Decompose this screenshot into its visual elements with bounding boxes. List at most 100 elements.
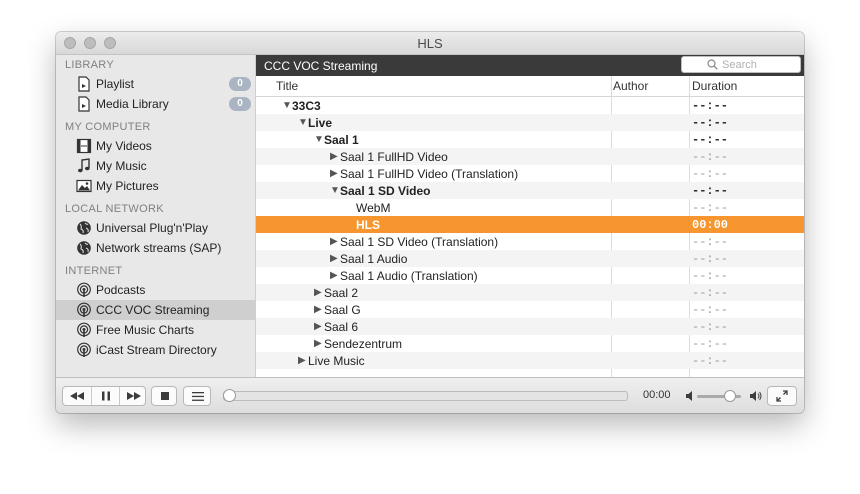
seek-handle[interactable] [223,389,236,402]
podcast-icon [76,342,92,358]
sidebar-item-universal-plug-n-play[interactable]: Universal Plug'n'Play [56,218,255,238]
column-title[interactable]: Title [276,79,298,93]
sidebar-item-ccc-voc-streaming[interactable]: CCC VOC Streaming [56,300,255,320]
row-title: Saal 1 Audio [340,252,408,266]
fullscreen-button[interactable] [767,386,797,406]
column-header: Title Author Duration [256,76,804,97]
row-duration: --:-- [692,116,729,130]
rewind-button[interactable] [63,387,91,405]
row-duration: --:-- [692,167,729,181]
tree-row[interactable]: WebM --:-- [256,199,804,216]
sidebar-item-label: Playlist [96,77,135,91]
sidebar-item-label: Free Music Charts [96,323,195,337]
row-title: Saal 1 Audio (Translation) [340,269,478,283]
panel-title: CCC VOC Streaming [264,59,378,73]
disclosure-expanded-icon[interactable]: ▼ [282,100,292,111]
podcast-icon [76,322,92,338]
panel-header: CCC VOC Streaming [256,55,804,76]
sidebar-item-network-streams-sap[interactable]: Network streams (SAP) [56,238,255,258]
globe-icon [76,240,92,256]
fast-forward-button[interactable] [120,387,147,405]
tree-row[interactable]: ▶ Saal 1 SD Video (Translation) --:-- [256,233,804,250]
sidebar-item-free-music-charts[interactable]: Free Music Charts [56,320,255,340]
search-input[interactable] [722,58,798,71]
disclosure-collapsed-icon[interactable]: ▶ [330,168,338,179]
sidebar-item-podcasts[interactable]: Podcasts [56,280,255,300]
tree-row[interactable]: ▶ Saal G --:-- [256,301,804,318]
disclosure-collapsed-icon[interactable]: ▶ [314,321,322,332]
disclosure-collapsed-icon[interactable]: ▶ [314,338,322,349]
search-icon [707,59,718,70]
disclosure-collapsed-icon[interactable]: ▶ [330,270,338,281]
sidebar-section-header: MY COMPUTER [65,121,151,133]
list-icon [192,392,204,401]
disclosure-collapsed-icon[interactable]: ▶ [330,253,338,264]
tree-row[interactable]: ▶ Saal 1 FullHD Video --:-- [256,148,804,165]
row-duration: --:-- [692,201,729,215]
row-duration: --:-- [692,354,729,368]
disclosure-collapsed-icon[interactable]: ▶ [330,236,338,247]
sidebar-item-label: iCast Stream Directory [96,343,217,357]
disclosure-expanded-icon[interactable]: ▼ [314,134,324,145]
row-title: Saal 1 [324,133,359,147]
volume-mute-icon[interactable] [686,391,694,401]
sidebar-item-media-library[interactable]: Media Library 0 [56,94,255,114]
tree-row[interactable]: ▼ Saal 1 --:-- [256,131,804,148]
disclosure-collapsed-icon[interactable]: ▶ [298,355,306,366]
podcast-icon [76,302,92,318]
seek-bar[interactable] [223,391,628,401]
player-toolbar: 00:00 [56,377,804,413]
sidebar-item-label: My Videos [96,139,152,153]
disclosure-collapsed-icon[interactable]: ▶ [330,151,338,162]
column-author[interactable]: Author [613,79,648,93]
disclosure-expanded-icon[interactable]: ▼ [330,185,340,196]
volume-max-icon[interactable] [750,390,762,402]
row-duration: --:-- [692,99,729,113]
tree-row[interactable]: ▶ Saal 1 FullHD Video (Translation) --:-- [256,165,804,182]
tree-row[interactable]: ▼ Saal 1 SD Video --:-- [256,182,804,199]
disclosure-expanded-icon[interactable]: ▼ [298,117,308,128]
row-title: 33C3 [292,99,321,113]
sidebar-item-label: Media Library [96,97,169,111]
sidebar-item-label: CCC VOC Streaming [96,303,210,317]
row-duration: --:-- [692,286,729,300]
document-icon [76,76,92,92]
sidebar-item-my-music[interactable]: My Music [56,156,255,176]
elapsed-time: 00:00 [643,389,671,401]
search-field[interactable] [681,56,801,73]
row-duration: --:-- [692,337,729,351]
tree-row[interactable]: ▶ Saal 2 --:-- [256,284,804,301]
sidebar-item-icast-stream-directory[interactable]: iCast Stream Directory [56,340,255,360]
main-panel: CCC VOC Streaming Title Author Duration … [256,55,804,377]
tree-row[interactable]: ▶ Saal 1 Audio (Translation) --:-- [256,267,804,284]
sidebar-section-header: LIBRARY [65,59,114,71]
document-icon [76,96,92,112]
row-title: Saal 1 FullHD Video [340,150,448,164]
fast-forward-icon [126,392,141,400]
tree-row[interactable]: ▼ Live --:-- [256,114,804,131]
row-title: Saal 6 [324,320,359,334]
stop-button[interactable] [151,386,177,406]
sidebar-item-playlist[interactable]: Playlist 0 [56,74,255,94]
sidebar-item-my-pictures[interactable]: My Pictures [56,176,255,196]
sidebar-item-my-videos[interactable]: My Videos [56,136,255,156]
row-title: Saal 1 SD Video [340,184,431,198]
app-window: HLS LIBRARY Playlist 0 Media Library 0 MY COM… [56,32,804,413]
tree-row[interactable]: ▶ Saal 6 --:-- [256,318,804,335]
tree-row[interactable]: HLS 00:00 [256,216,804,233]
tree-row[interactable]: ▶ Sendezentrum --:-- [256,335,804,352]
disclosure-collapsed-icon[interactable]: ▶ [314,304,322,315]
tree-row[interactable]: ▶ Saal 1 Audio --:-- [256,250,804,267]
row-title: Saal 2 [324,286,359,300]
stop-icon [161,392,169,400]
pause-button[interactable] [92,387,119,405]
tree-row[interactable]: ▼ 33C3 --:-- [256,97,804,114]
sidebar-section-header: LOCAL NETWORK [65,203,164,215]
volume-handle[interactable] [724,390,736,402]
disclosure-collapsed-icon[interactable]: ▶ [314,287,322,298]
tree-row[interactable]: ▶ Live Music --:-- [256,352,804,369]
row-duration: 00:00 [692,218,729,232]
playlist-toggle-button[interactable] [183,386,211,406]
title-bar: HLS [56,32,804,55]
column-duration[interactable]: Duration [692,79,737,93]
